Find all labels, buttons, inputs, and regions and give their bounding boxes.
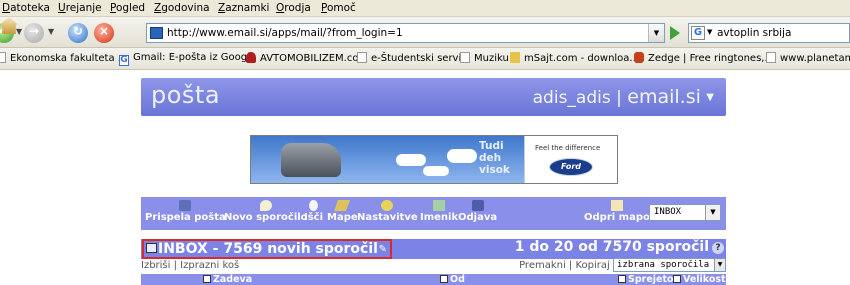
settings-icon <box>381 200 394 211</box>
sort-icon[interactable] <box>440 275 448 283</box>
bookmark-item[interactable]: Zedge | Free ringtones,... <box>634 52 774 64</box>
message-counter: 1 do 20 od 7570 sporočil <box>514 239 709 255</box>
address-bar-url[interactable]: http://www.email.si/apps/mail/?from_logi… <box>167 27 403 39</box>
bookmark-item[interactable]: AVTOMOBILIZEM.co... <box>246 52 368 64</box>
inbox-icon <box>146 243 157 253</box>
username: adis_adis <box>532 88 611 108</box>
cloud-icon <box>447 149 477 163</box>
account-menu[interactable]: adis_adis | email.si ▼ <box>533 86 714 108</box>
address-dropdown-icon[interactable]: ▼ <box>648 24 664 42</box>
menu-history[interactable]: Zgodovina <box>154 2 210 14</box>
google-engine-icon[interactable]: G <box>691 26 705 40</box>
browser-navbar: ← ▼ → ▼ ↻ × http://www.email.si/apps/mai… <box>0 17 850 48</box>
stop-icon[interactable]: × <box>94 23 114 43</box>
page-icon <box>766 52 776 63</box>
settings-button[interactable]: Nastavitve <box>357 200 418 223</box>
forward-history-dropdown-icon[interactable]: ▼ <box>48 27 54 36</box>
page-icon <box>357 52 367 63</box>
sort-icon[interactable] <box>618 275 626 283</box>
chevron-down-icon[interactable]: ▼ <box>714 259 725 271</box>
move-copy-links[interactable]: Premakni | Kopiraj <box>519 260 610 271</box>
logout-button[interactable]: Odjava <box>458 200 497 223</box>
ad-brand-panel: Feel the difference Ford <box>524 136 617 183</box>
forward-icon[interactable]: → <box>24 23 44 43</box>
search-input[interactable]: avtoplin srbija <box>717 27 791 39</box>
sort-icon[interactable] <box>203 275 211 283</box>
ad-slogan: Tudi deh visok <box>479 140 510 176</box>
message-list-header: Zadeva Od Sprejeto Velikost <box>141 274 726 285</box>
contacts-icon <box>433 200 446 211</box>
open-folder-label: Odpri mapo <box>584 200 650 223</box>
logout-icon <box>471 200 484 211</box>
chevron-down-icon: ▼ <box>706 92 714 103</box>
new-message-button[interactable]: Novo sporočilo <box>224 200 308 223</box>
menu-tools[interactable]: Orodja <box>276 2 311 14</box>
column-subject[interactable]: Zadeva <box>203 274 252 285</box>
column-received[interactable]: Sprejeto <box>618 274 674 285</box>
mail-toolbar: Prispela pošta Novo sporočilo Išči Mape … <box>141 197 726 230</box>
ad-tagline: Feel the difference <box>535 144 601 152</box>
go-icon[interactable] <box>670 26 680 40</box>
bookmarks-bar: Ekonomska fakulteta ... G Gmail: E-pošta … <box>0 48 850 70</box>
open-folder-icon <box>610 200 623 211</box>
column-from[interactable]: Od <box>440 274 465 285</box>
ad-banner[interactable]: Tudi deh visok Feel the difference Ford <box>250 135 618 184</box>
menu-bookmarks[interactable]: Zaznamki <box>218 2 269 14</box>
page-icon <box>0 52 6 63</box>
bookmark-item[interactable]: e-Študentski servis <box>357 52 466 64</box>
chevron-down-icon[interactable]: ▼ <box>705 205 720 220</box>
page-icon <box>460 52 470 63</box>
inbox-button[interactable]: Prispela pošta <box>145 200 226 223</box>
search-engine-dropdown-icon[interactable]: ▼ <box>707 28 712 36</box>
address-bar[interactable]: http://www.email.si/apps/mail/?from_logi… <box>146 23 665 43</box>
search-icon <box>309 200 319 211</box>
bookmark-item[interactable]: G Gmail: E-pošta iz Googla <box>119 52 256 66</box>
delete-empty-trash-links[interactable]: Izbriši | Izprazni koš <box>141 260 239 271</box>
browser-menubar: Datoteka Urejanje Pogled Zgodovina Zazna… <box>0 0 850 17</box>
edit-icon[interactable]: ✎ <box>379 244 387 255</box>
folder-icon <box>334 200 351 211</box>
back-history-dropdown-icon[interactable]: ▼ <box>16 27 22 36</box>
column-size[interactable]: Velikost <box>673 274 726 285</box>
car-image <box>281 143 341 177</box>
car-site-icon <box>246 52 256 63</box>
inbox-titlebar: INBOX - 7569 novih sporočil ✎ 1 do 20 od… <box>141 239 726 259</box>
search-box[interactable]: G ▼ avtoplin srbija <box>688 23 850 43</box>
menu-edit[interactable]: Urejanje <box>58 2 102 14</box>
contacts-button[interactable]: Imenik <box>420 200 458 223</box>
menu-view[interactable]: Pogled <box>110 2 145 14</box>
new-message-icon <box>259 200 272 211</box>
mail-header: pošta adis_adis | email.si ▼ <box>141 78 726 116</box>
help-icon[interactable]: ? <box>712 242 724 254</box>
bookmark-item[interactable]: mSajt.com - downloa... <box>510 52 639 64</box>
cloud-icon <box>423 166 449 176</box>
cloud-icon <box>396 154 426 166</box>
separator: | <box>616 88 622 108</box>
move-target-select[interactable]: izbrana sporočila v ▼ <box>613 258 726 272</box>
bookmark-item[interactable]: Ekonomska fakulteta ... <box>0 52 127 64</box>
inbox-title-highlight: INBOX - 7569 novih sporočil ✎ <box>142 239 392 259</box>
move-copy-controls: Premakni | Kopiraj izbrana sporočila v ▼ <box>519 258 726 272</box>
menu-help[interactable]: Pomoč <box>321 2 356 14</box>
folder-select[interactable]: INBOX ▼ <box>649 204 721 221</box>
bookmark-item[interactable]: www.planetamuzik <box>766 52 850 64</box>
inbox-icon <box>179 200 192 211</box>
zedge-icon <box>634 52 644 63</box>
actions-row: Izbriši | Izprazni koš Premakni | Kopira… <box>141 258 726 274</box>
ford-logo: Ford <box>549 158 593 176</box>
msajt-icon <box>510 52 520 63</box>
bookmark-item[interactable]: Muziku: <box>460 52 512 64</box>
posta-logo[interactable]: pošta <box>151 81 220 109</box>
sort-icon[interactable] <box>673 275 681 283</box>
folders-button[interactable]: Mape <box>327 200 358 223</box>
reload-icon[interactable]: ↻ <box>68 23 88 43</box>
email-si-logo: email.si <box>627 86 701 108</box>
home-icon[interactable] <box>0 17 18 34</box>
google-icon: G <box>119 55 129 66</box>
search-button[interactable]: Išči <box>304 200 323 223</box>
inbox-title: INBOX - 7569 novih sporočil <box>158 241 378 257</box>
site-favicon-icon <box>150 27 163 39</box>
menu-file[interactable]: Datoteka <box>2 2 50 14</box>
